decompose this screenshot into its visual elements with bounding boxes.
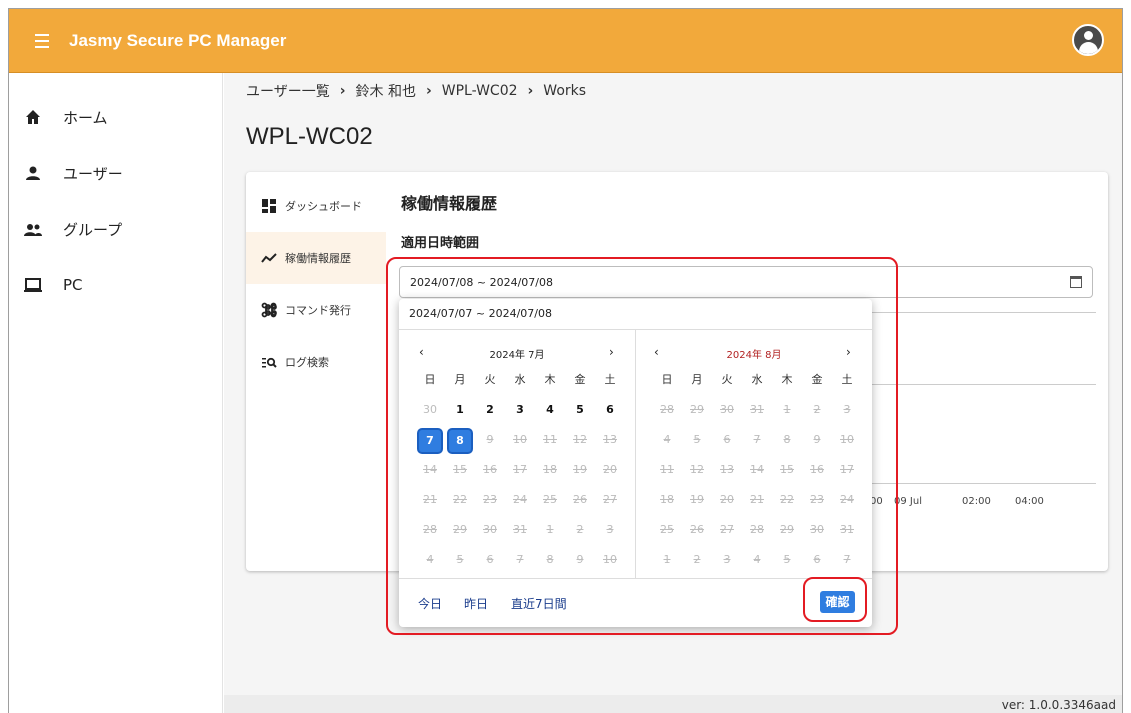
sidebar-item-label: PC	[63, 276, 83, 294]
sidebar-item-groups[interactable]: グループ	[9, 209, 223, 249]
home-icon	[23, 107, 43, 127]
sidebar-item-label: ホーム	[63, 108, 108, 127]
breadcrumb: ユーザー一覧 › 鈴木 和也 › WPL-WC02 › Works	[246, 81, 586, 101]
tab-command[interactable]: コマンド発行	[246, 284, 386, 336]
sidebar: ホーム ユーザー グループ PC	[9, 73, 223, 713]
chart-gridline	[866, 483, 1096, 484]
page-title: WPL-WC02	[246, 123, 373, 150]
laptop-icon	[23, 275, 43, 295]
breadcrumb-item-current: Works	[543, 83, 587, 99]
menu-icon[interactable]	[27, 26, 57, 56]
trend-icon	[261, 250, 277, 266]
sidebar-item-label: グループ	[63, 220, 123, 239]
highlight-box	[803, 577, 867, 622]
dashboard-icon	[261, 198, 277, 214]
footer: ver: 1.0.0.3346aad	[224, 695, 1122, 713]
tab-label: ダッシュボード	[285, 200, 362, 213]
chart-gridline	[866, 312, 1096, 313]
section-title: 稼働情報履歴	[401, 194, 498, 213]
breadcrumb-item-user[interactable]: 鈴木 和也	[356, 81, 416, 101]
chart-tick-label: 04:00	[1015, 496, 1044, 507]
tab-operation-history[interactable]: 稼働情報履歴	[246, 232, 386, 284]
sidebar-item-pc[interactable]: PC	[9, 265, 223, 305]
sidebar-item-home[interactable]: ホーム	[9, 97, 223, 137]
calendar-icon[interactable]	[1070, 276, 1082, 288]
command-icon	[261, 302, 277, 318]
tab-label: 稼働情報履歴	[285, 252, 351, 265]
tab-dashboard[interactable]: ダッシュボード	[246, 180, 386, 232]
account-avatar-icon[interactable]	[1072, 24, 1104, 56]
person-icon	[23, 163, 43, 183]
date-range-label: 適用日時範囲	[401, 236, 480, 251]
sidebar-item-label: ユーザー	[63, 164, 123, 183]
app-title: Jasmy Secure PC Manager	[69, 30, 287, 50]
breadcrumb-item-pc[interactable]: WPL-WC02	[442, 83, 518, 99]
version-label: ver: 1.0.0.3346aad	[1001, 698, 1116, 712]
group-icon	[23, 219, 43, 239]
tab-label: コマンド発行	[285, 304, 351, 317]
sidebar-item-users[interactable]: ユーザー	[9, 153, 223, 193]
vertical-tabs: ダッシュボード 稼働情報履歴 コマンド発行 ログ検索	[246, 172, 386, 571]
tab-log-search[interactable]: ログ検索	[246, 336, 386, 388]
chart-gridline	[866, 384, 1096, 385]
tab-label: ログ検索	[285, 356, 329, 369]
chart-tick-label: 02:00	[962, 496, 991, 507]
breadcrumb-separator: ›	[425, 83, 432, 99]
breadcrumb-item-users[interactable]: ユーザー一覧	[246, 81, 330, 101]
chart-tick-label: 09 Jul	[894, 496, 922, 507]
log-search-icon	[261, 354, 277, 370]
app-bar: Jasmy Secure PC Manager	[9, 9, 1122, 73]
breadcrumb-separator: ›	[527, 83, 534, 99]
breadcrumb-separator: ›	[339, 83, 346, 99]
chart-area	[866, 312, 1096, 522]
